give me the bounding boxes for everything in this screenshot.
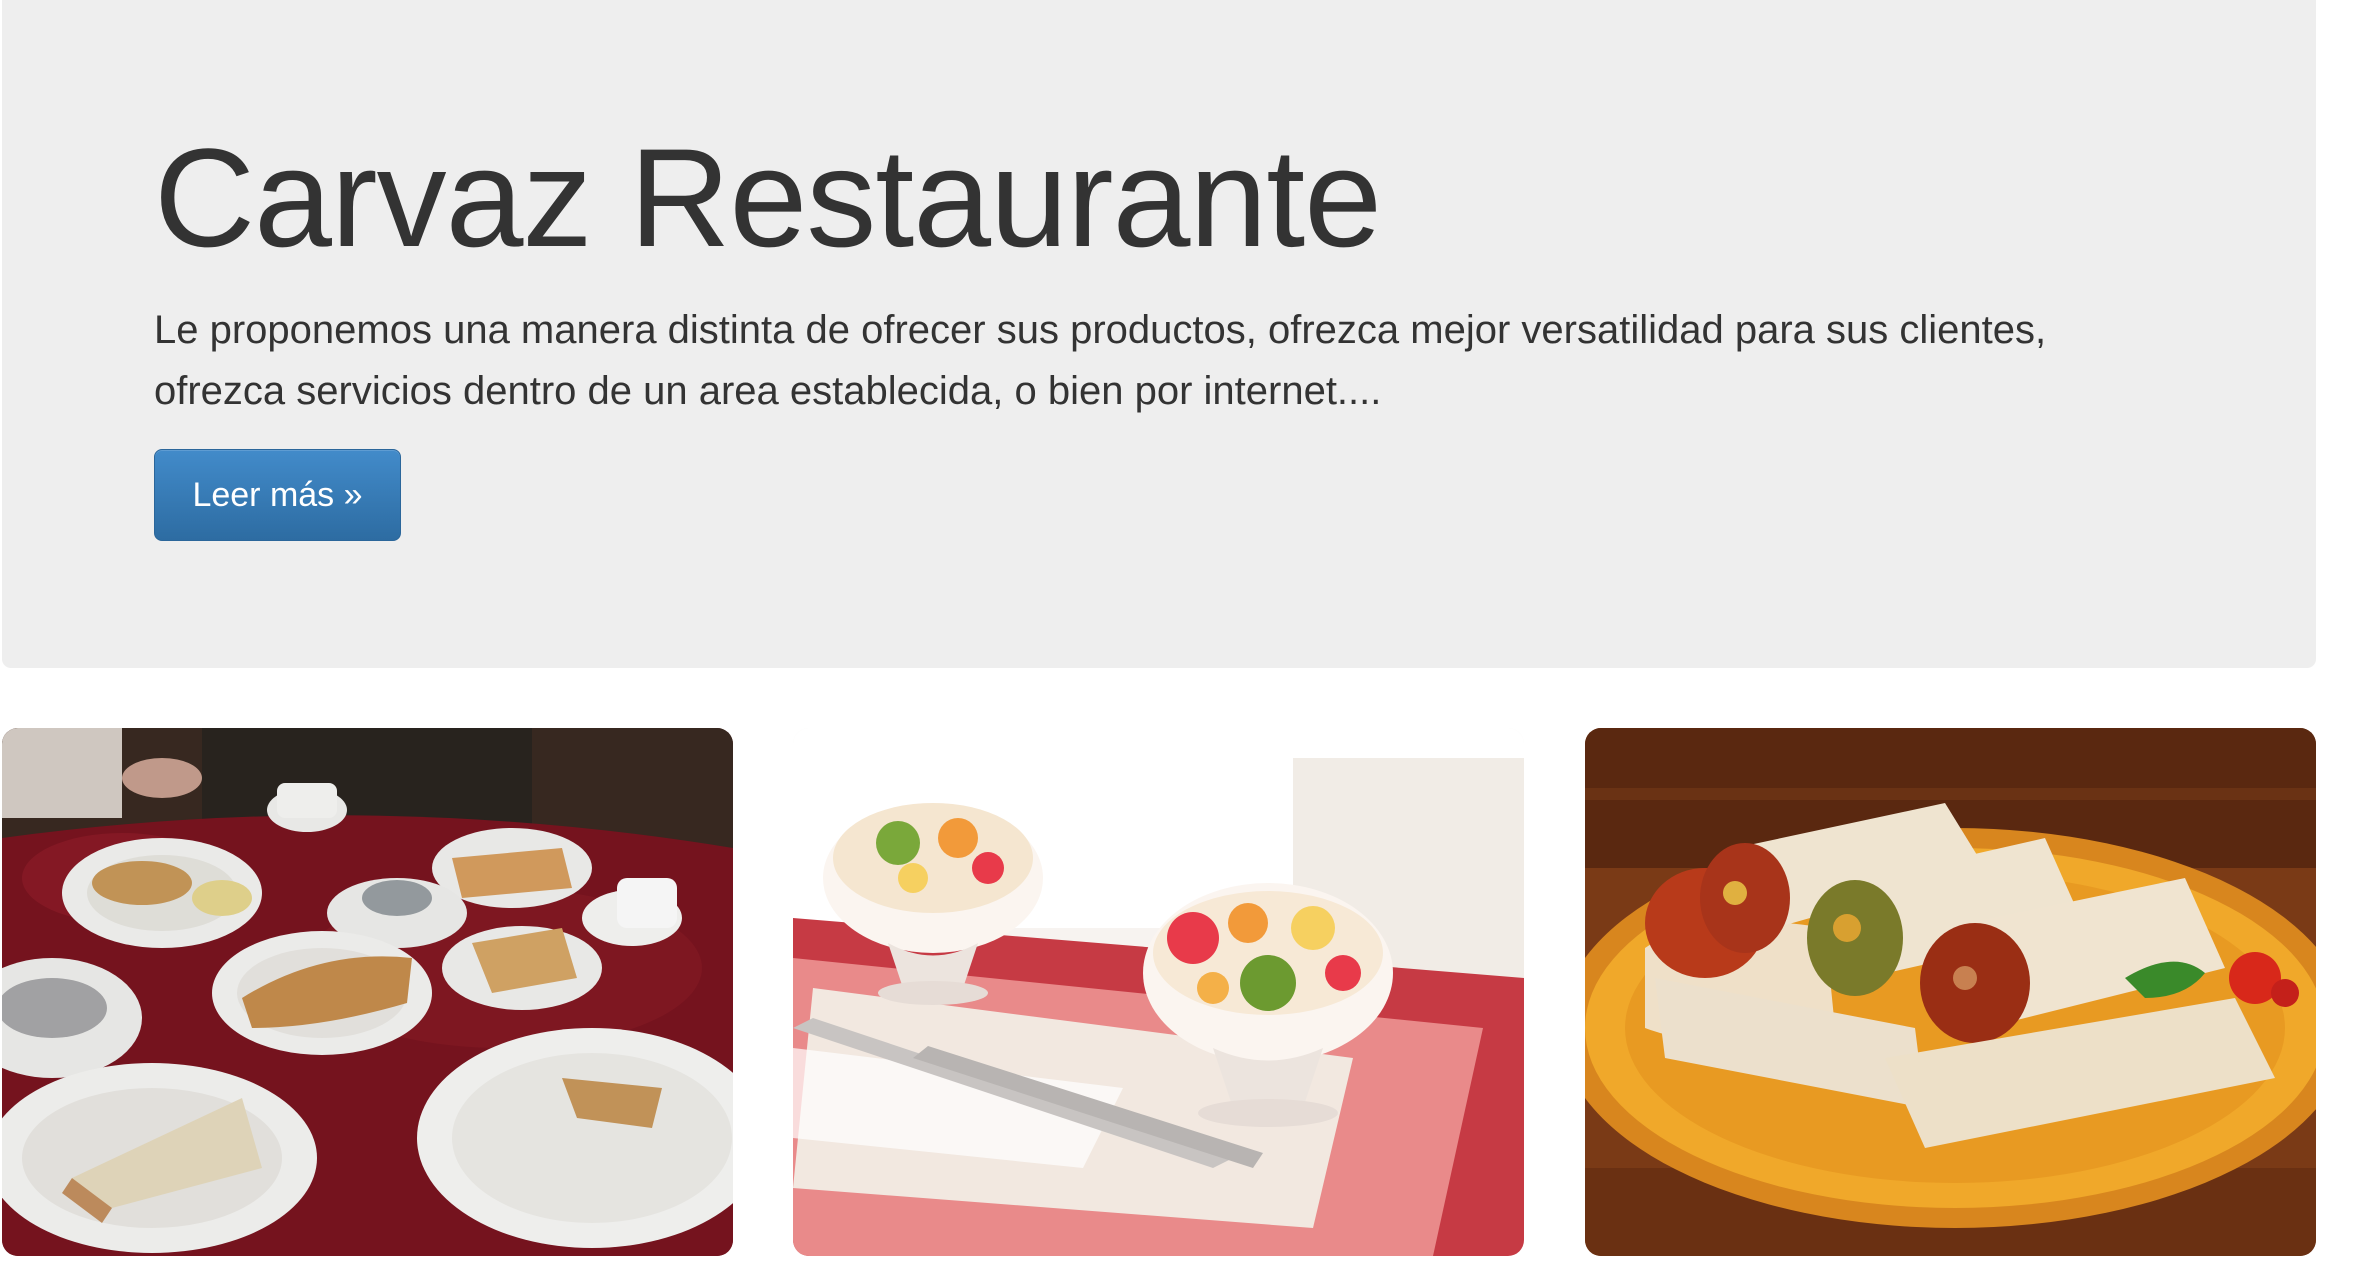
page-title: Carvaz Restaurante xyxy=(154,119,1382,276)
breakfast-table-photo xyxy=(2,728,733,1256)
lead-paragraph: Le proponemos una manera distinta de ofr… xyxy=(154,308,2047,413)
burritos-photo xyxy=(1585,728,2316,1256)
jumbotron: Carvaz Restaurante Le proponemos una man… xyxy=(2,0,2316,668)
page: Carvaz Restaurante Le proponemos una man… xyxy=(0,0,2358,1268)
breakfast-table-image xyxy=(2,728,733,1256)
burritos-image xyxy=(1585,728,2316,1256)
fruit-salad-photo xyxy=(793,728,1524,1256)
fruit-salad-image xyxy=(793,728,1524,1256)
read-more-button[interactable]: Leer más » xyxy=(154,449,401,541)
